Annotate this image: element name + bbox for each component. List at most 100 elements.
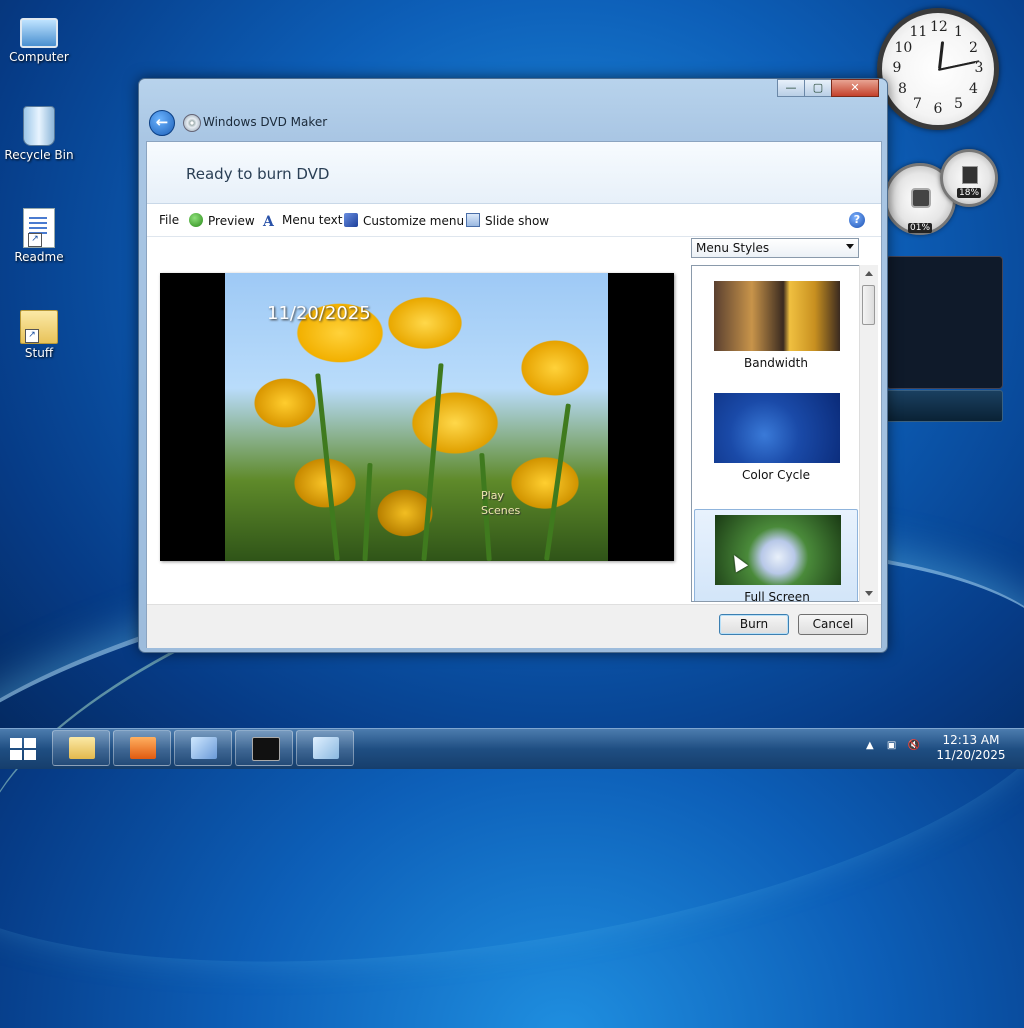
shortcut-arrow-icon: ↗ [28,233,42,247]
preview-photo: 11/20/2025 Play Scenes [225,273,608,562]
windows-logo-icon [10,738,22,748]
menu-text-label: Menu text [282,213,343,227]
scroll-up-icon[interactable] [865,271,873,276]
clock-number: 9 [892,60,902,76]
desktop-icon-label: Computer [9,50,69,64]
taskbar-date: 11/20/2025 [936,748,1006,762]
preview-play-link[interactable]: Play [481,489,504,502]
menu-slide-show[interactable]: Slide show [466,213,549,228]
dvd-maker-icon [313,737,339,759]
clock-number: 1 [954,24,963,41]
desktop-icon-label: Stuff [24,346,54,360]
taskbar-explorer[interactable] [52,730,110,766]
taskbar-clock[interactable]: 12:13 AM 11/20/2025 [936,733,1006,763]
page-title: Ready to burn DVD [186,165,330,183]
desktop-icon-recycle-bin[interactable]: Recycle Bin [4,106,74,162]
desktop-icon-stuff[interactable]: ↗ Stuff [4,302,74,360]
content-area: 11/20/2025 Play Scenes Menu Styles Bandw… [147,237,881,603]
clock-number: 8 [898,80,907,97]
clock-number: 10 [894,39,913,56]
taskbar-paint[interactable] [174,730,232,766]
windows-logo-icon [24,750,36,760]
terminal-icon [252,737,280,761]
close-button[interactable]: ✕ [831,79,879,97]
recycle-bin-icon [23,106,55,146]
footer-bar: Burn Cancel [147,604,881,648]
menu-file-label: File [159,213,180,227]
desktop-icon-label: Recycle Bin [4,148,74,162]
scroll-down-icon[interactable] [865,591,873,596]
style-item-full-screen[interactable]: Full Screen [694,509,858,602]
menu-styles-dropdown[interactable]: Menu Styles [691,238,859,258]
preview-date-title: 11/20/2025 [267,303,371,324]
dvd-maker-window: — ▢ ✕ ← Windows DVD Maker Ready to burn … [138,78,888,653]
taskbar-dvd-maker[interactable] [296,730,354,766]
menu-preview[interactable]: Preview [189,213,255,228]
style-label: Full Screen [744,590,810,602]
desktop-icon-readme[interactable]: ↗ Readme [4,208,74,264]
style-label: Bandwidth [744,356,808,370]
paint-icon [191,737,217,759]
clock-number: 7 [913,95,922,112]
burn-button[interactable]: Burn [719,614,789,635]
taskbar: ▲ ▣ 🔇 12:13 AM 11/20/2025 [0,728,1024,769]
network-icon[interactable]: ▣ [887,740,896,751]
tulip-stem [544,403,571,561]
media-player-icon [130,737,156,759]
style-thumbnail [714,281,840,351]
windows-logo-icon [10,750,22,760]
taskbar-media-player[interactable] [113,730,171,766]
clock-number: 2 [969,39,978,56]
clock-number: 11 [909,24,928,41]
style-item-color-cycle[interactable]: Color Cycle [694,388,858,498]
window-client-area: Ready to burn DVD File Preview A Menu tex… [146,141,882,648]
styles-scrollbar[interactable] [859,265,878,602]
menu-styles-list[interactable]: Bandwidth Color Cycle Full Screen [691,265,878,602]
desktop-icon-computer[interactable]: Computer [4,10,74,64]
back-arrow-icon[interactable]: ← [149,110,175,136]
show-hidden-icons-icon[interactable]: ▲ [866,740,874,751]
system-tray: ▲ ▣ 🔇 [866,740,920,751]
clock-number: 12 [930,19,948,35]
style-item-bandwidth[interactable]: Bandwidth [694,276,858,386]
tulip-stem [421,363,444,561]
taskbar-time: 12:13 AM [942,733,1000,747]
slide-show-icon [466,213,480,227]
cancel-button[interactable]: Cancel [798,614,868,635]
menu-slide-show-label: Slide show [485,214,550,228]
window-title: Windows DVD Maker [203,115,328,129]
preview-scenes-link[interactable]: Scenes [481,504,520,517]
menu-text[interactable]: A Menu text [263,213,342,230]
clock-number: 4 [969,80,978,97]
menu-customize[interactable]: Customize menu [344,213,464,228]
clock-number: 6 [933,101,943,117]
menu-customize-label: Customize menu [363,214,465,228]
help-icon[interactable]: ? [849,212,865,228]
media-gadget-bar[interactable] [886,390,1003,422]
menu-preview-pane: 11/20/2025 Play Scenes [160,273,674,562]
clock-number: 5 [954,95,963,112]
cpu-chip-icon [911,188,931,208]
menu-file[interactable]: File [159,213,179,227]
clock-gadget[interactable]: 12 1 2 3 4 5 6 7 8 9 10 11 [877,8,999,130]
shortcut-arrow-icon: ↗ [25,329,39,343]
taskbar-command-prompt[interactable] [235,730,293,766]
minimize-button[interactable]: — [777,79,805,97]
maximize-button[interactable]: ▢ [804,79,832,97]
memory-percent: 18% [956,188,982,198]
media-gadget[interactable] [886,256,1003,389]
start-button[interactable] [10,738,36,760]
memory-chip-icon [962,166,978,184]
folder-icon [69,737,95,759]
menu-styles-dropdown-value: Menu Styles [696,241,770,255]
clock-hour-hand [938,41,945,70]
tulip-stem [362,462,373,562]
volume-muted-icon[interactable]: 🔇 [908,740,920,751]
computer-icon [20,18,58,48]
windows-logo-icon [24,738,36,748]
dvd-maker-app-icon [183,114,201,132]
style-label: Color Cycle [742,468,810,482]
text-a-icon: A [263,214,274,230]
scroll-thumb[interactable] [862,285,875,325]
desktop-icon-label: Readme [14,250,64,264]
